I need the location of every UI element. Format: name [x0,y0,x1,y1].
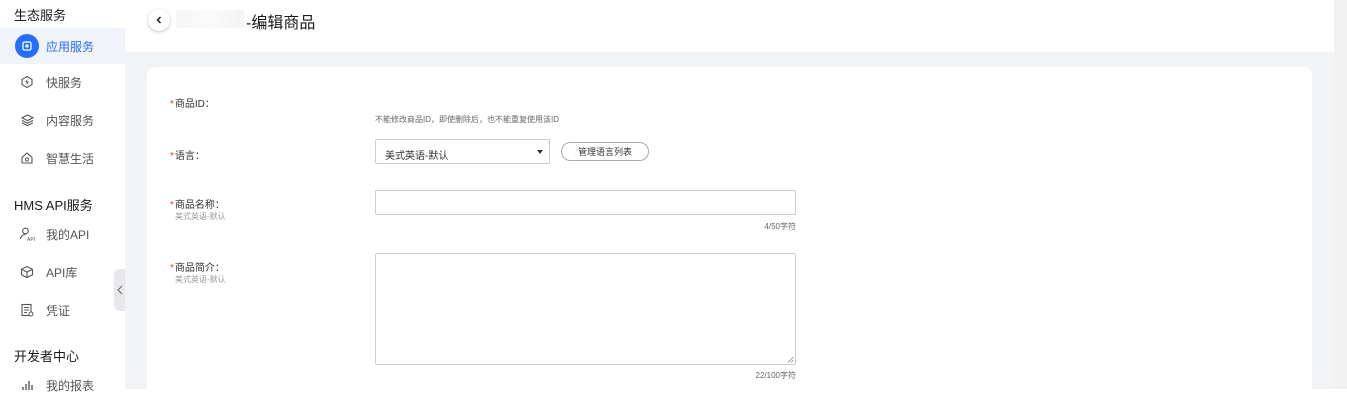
resize-handle-icon[interactable] [787,356,794,363]
sidebar-item-label: 凭证 [46,303,71,318]
smart-home-icon [19,150,35,166]
quick-service-icon [19,74,35,90]
required-marker: * [170,263,174,274]
language-select-value: 美式英语-默认 [385,151,449,162]
credential-icon [19,302,35,318]
bar-chart-icon [19,377,35,393]
sidebar-item-credentials[interactable]: 凭证 [0,292,125,328]
cube-icon [19,264,35,280]
sidebar-item-label: 智慧生活 [46,151,95,166]
required-marker: * [170,99,174,110]
sidebar-item-content-service[interactable]: 内容服务 [0,102,125,138]
required-marker: * [170,200,174,211]
redacted-app-name [176,10,244,28]
content-layers-icon [19,112,35,128]
sidebar-item-quick-service[interactable]: 快服务 [0,64,125,100]
product-description-language-note: 美式英语-默认 [175,275,226,284]
section-title-ecosystem: 生态服务 [14,8,67,23]
sidebar-item-app-service[interactable]: 应用服务 [0,28,125,64]
language-select[interactable]: 美式英语-默认 [375,139,550,164]
sidebar-item-smart-life[interactable]: 智慧生活 [0,140,125,176]
sidebar-item-label: 内容服务 [46,113,95,128]
sidebar-item-my-reports[interactable]: 我的报表 [0,367,125,403]
sidebar-item-api-library[interactable]: API库 [0,254,125,290]
product-name-input[interactable] [375,190,796,215]
section-title-hms-api: HMS API服务 [14,198,93,213]
sidebar-item-label: 我的报表 [46,378,95,393]
product-description-label: *商品简介： [170,263,225,274]
product-description-char-counter: 22/100字符 [755,371,796,380]
product-id-label: *商品ID： [170,99,215,110]
sidebar-item-my-api[interactable]: API 我的API [0,216,125,252]
product-id-hint: 不能修改商品ID，即使删除后，也不能重复使用该ID [375,115,559,124]
user-api-icon: API [19,226,35,242]
product-description-textarea[interactable] [375,253,796,365]
language-label: *语言： [170,151,205,162]
product-name-label: *商品名称： [170,200,225,211]
svg-text:API: API [27,237,35,242]
manage-language-list-button[interactable]: 管理语言列表 [561,142,649,161]
back-button[interactable] [148,9,170,31]
sidebar-item-label: 快服务 [46,75,83,90]
chevron-left-icon [117,285,123,295]
chevron-left-icon [156,16,162,24]
caret-down-icon [537,150,543,154]
sidebar-item-label: API库 [46,265,78,280]
app-service-icon [15,34,39,58]
required-marker: * [170,151,174,162]
page-title: -编辑商品 [246,15,316,32]
sidebar-item-label: 应用服务 [46,39,95,54]
product-name-char-counter: 4/50字符 [764,222,796,231]
section-title-developer-center: 开发者中心 [14,349,80,364]
product-name-language-note: 美式英语-默认 [175,212,226,221]
vertical-scrollbar[interactable] [1334,0,1347,389]
sidebar: 生态服务 应用服务 快服务 内容服务 智慧生活 HMS API服务 API 我的… [0,0,125,393]
sidebar-item-label: 我的API [46,227,90,242]
